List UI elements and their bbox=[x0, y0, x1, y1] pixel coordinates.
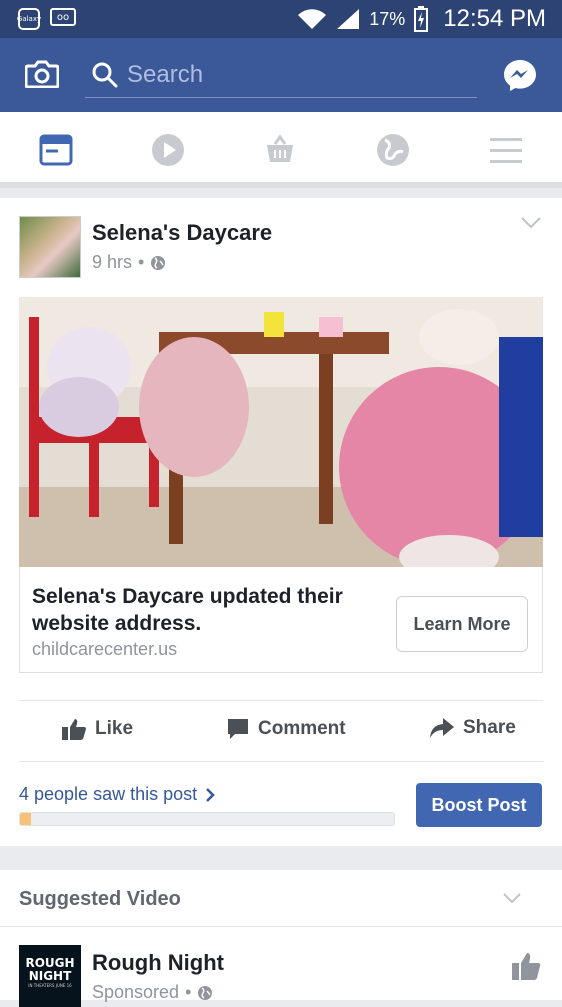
tab-news-feed-icon[interactable] bbox=[38, 132, 74, 168]
tab-marketplace-icon[interactable] bbox=[262, 132, 298, 168]
link-preview[interactable]: Selena's Daycare updated their website a… bbox=[19, 567, 543, 673]
voicemail-label: oo bbox=[56, 11, 70, 23]
post-time[interactable]: 9 hrs bbox=[92, 252, 132, 273]
comment-label: Comment bbox=[258, 718, 346, 739]
galaxy-app-icon: Galaxy bbox=[16, 8, 42, 30]
post-actions: Like Comment Share bbox=[19, 700, 543, 762]
reach-link[interactable]: 4 people saw this post bbox=[19, 784, 215, 805]
post-meta: 9 hrs • bbox=[92, 252, 166, 273]
rough-night-thumbnail[interactable]: ROUGH NIGHT IN THEATERS JUNE 16 bbox=[19, 945, 81, 1007]
reach-text: 4 people saw this post bbox=[19, 784, 198, 804]
link-url: childcarecenter.us bbox=[32, 639, 178, 659]
voicemail-icon: oo bbox=[50, 8, 76, 26]
like-button[interactable]: Like bbox=[61, 717, 133, 741]
search-placeholder: Search bbox=[127, 60, 204, 88]
share-button[interactable]: Share bbox=[429, 717, 516, 739]
top-bar: Search bbox=[0, 38, 562, 112]
page-name[interactable]: Selena's Daycare bbox=[92, 220, 272, 246]
comment-icon bbox=[228, 719, 248, 739]
tab-globe-icon[interactable] bbox=[375, 132, 411, 168]
messenger-icon[interactable] bbox=[503, 58, 537, 92]
search-icon bbox=[92, 62, 118, 87]
battery-charging-icon bbox=[414, 6, 429, 32]
post-options-chevron-icon[interactable] bbox=[520, 216, 542, 230]
signal-icon bbox=[337, 9, 360, 29]
status-bar: Galaxy oo 17% 12:54 PM bbox=[0, 0, 562, 38]
tab-bar bbox=[0, 112, 562, 188]
reach-progress-fill bbox=[20, 813, 32, 825]
boost-post-button[interactable]: Boost Post bbox=[416, 783, 542, 827]
share-icon bbox=[430, 718, 454, 738]
link-title[interactable]: Selena's Daycare updated their website a… bbox=[32, 583, 362, 637]
post-image[interactable] bbox=[19, 297, 543, 567]
galaxy-label: Galaxy bbox=[16, 15, 42, 23]
suggested-title: Suggested Video bbox=[19, 888, 181, 910]
page-like-icon[interactable] bbox=[510, 950, 542, 982]
suggested-video-card: Suggested Video ROUGH NIGHT IN THEATERS … bbox=[0, 870, 562, 1007]
meta-separator: • bbox=[138, 252, 145, 272]
tab-menu-icon[interactable] bbox=[488, 132, 524, 168]
comment-button[interactable]: Comment bbox=[226, 717, 346, 741]
search-field[interactable]: Search bbox=[85, 52, 477, 98]
wifi-icon bbox=[298, 9, 327, 29]
thumbnail-subtitle: IN THEATERS JUNE 16 bbox=[28, 983, 72, 988]
battery-percent: 17% bbox=[369, 8, 406, 29]
learn-more-button[interactable]: Learn More bbox=[396, 596, 528, 652]
chevron-right-icon bbox=[206, 787, 215, 802]
page-avatar[interactable] bbox=[19, 216, 81, 278]
post-card: Selena's Daycare 9 hrs • Selena's Daycar… bbox=[0, 198, 562, 846]
suggested-options-chevron-icon[interactable] bbox=[502, 892, 522, 904]
like-label: Like bbox=[95, 718, 134, 739]
globe-icon bbox=[151, 255, 166, 270]
divider bbox=[0, 926, 562, 927]
share-label: Share bbox=[463, 717, 516, 738]
clock: 12:54 PM bbox=[443, 5, 546, 32]
globe-icon bbox=[198, 985, 213, 1000]
reach-progress-bar bbox=[19, 812, 395, 826]
like-icon bbox=[62, 719, 86, 740]
camera-icon[interactable] bbox=[25, 60, 59, 88]
suggested-page-name[interactable]: Rough Night bbox=[92, 950, 224, 976]
tab-video-icon[interactable] bbox=[150, 132, 186, 168]
thumbnail-title: ROUGH NIGHT bbox=[25, 956, 75, 983]
